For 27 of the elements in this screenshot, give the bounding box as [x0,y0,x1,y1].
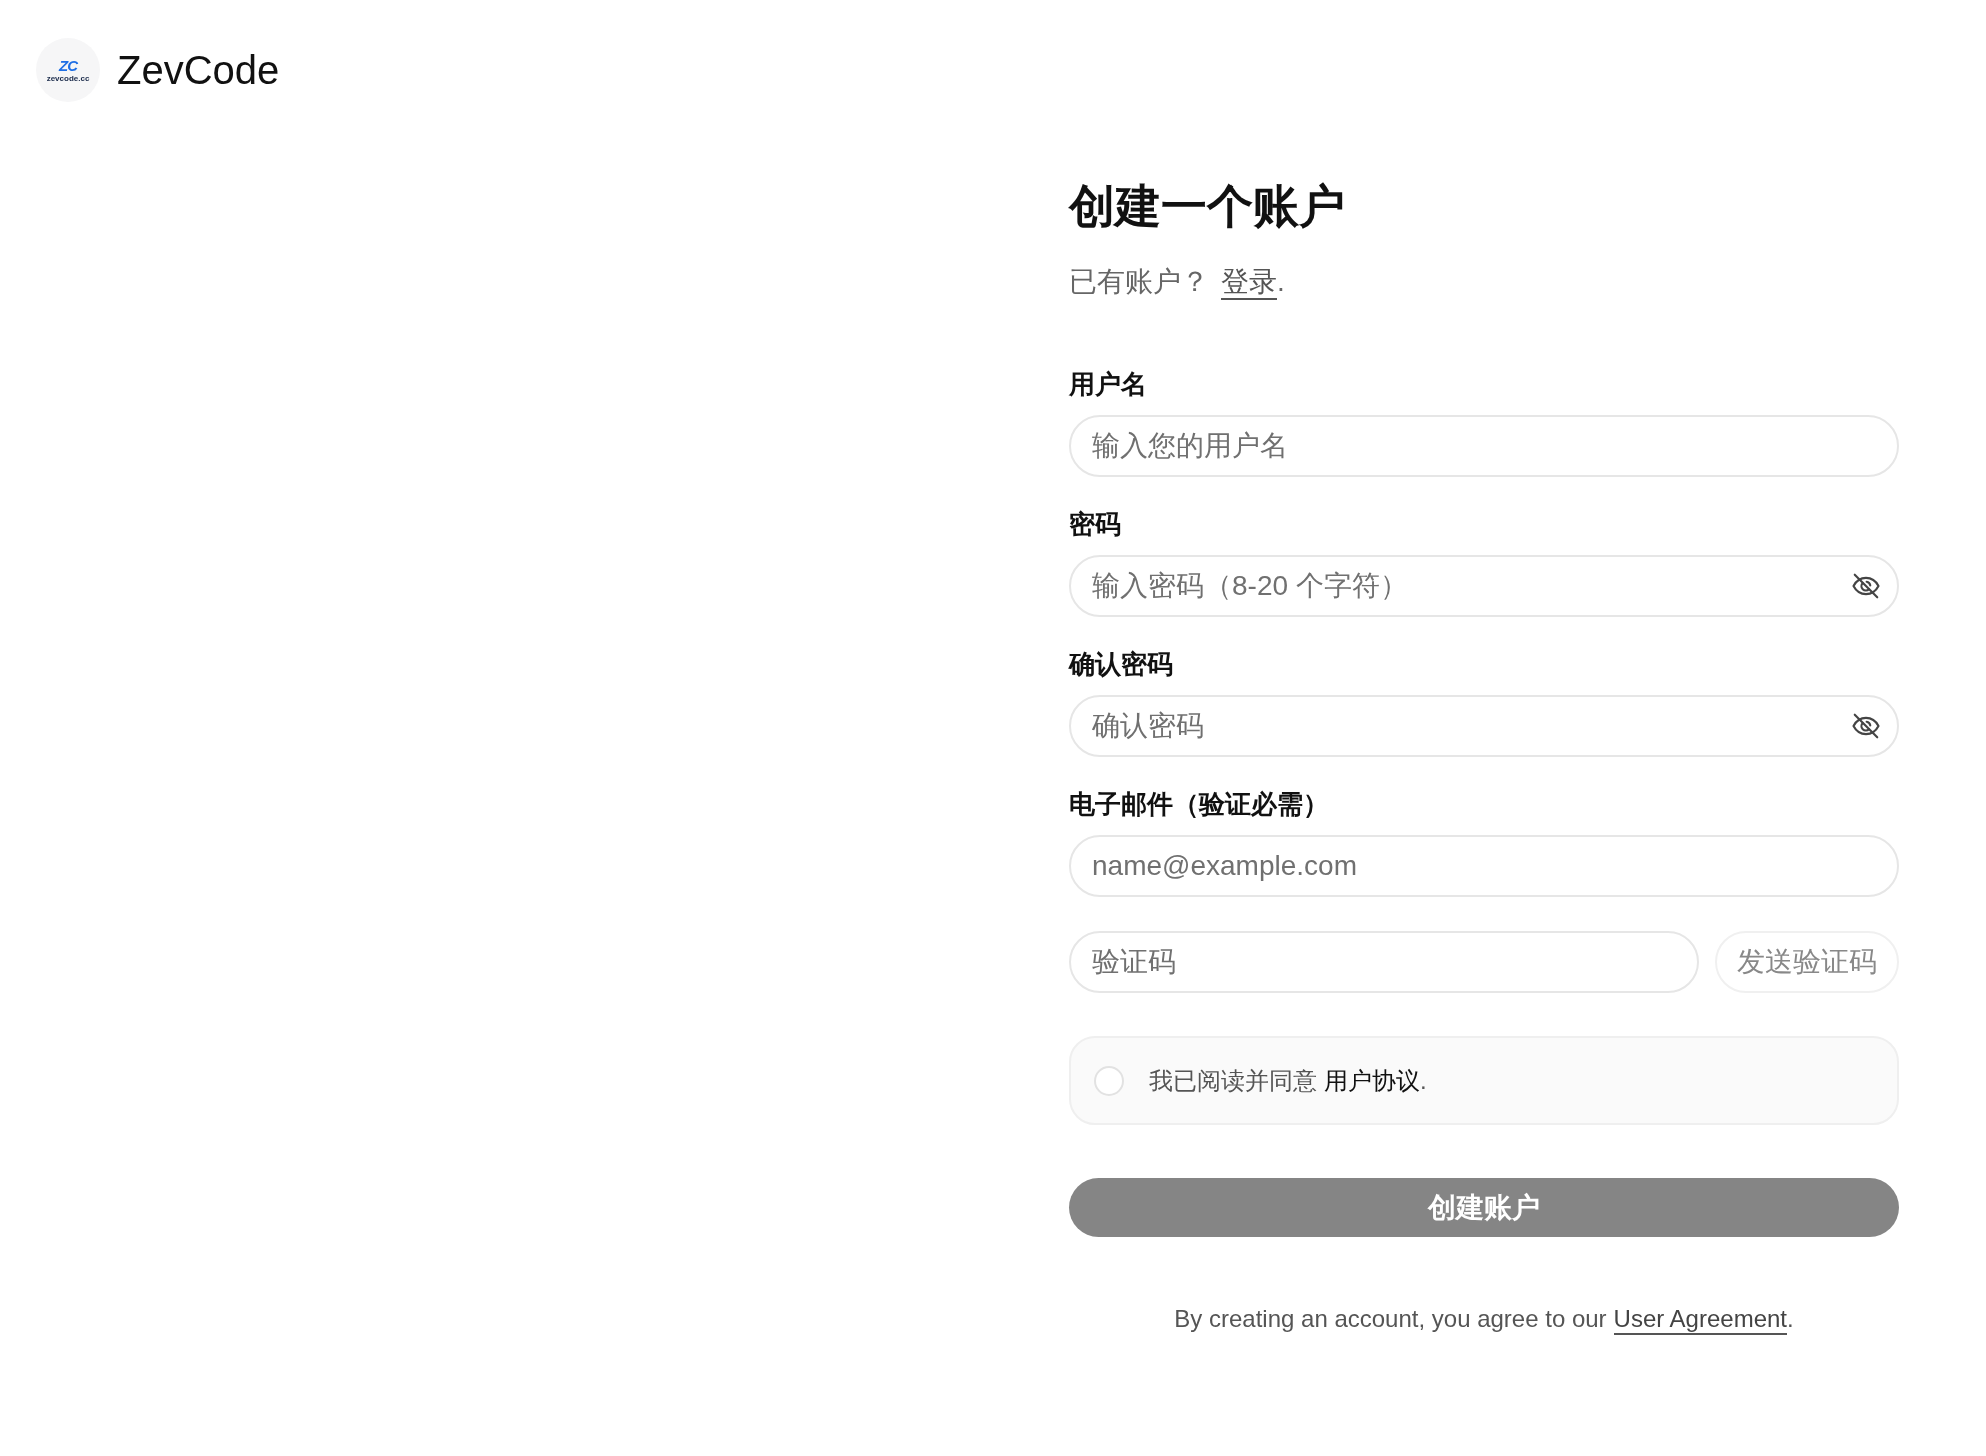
eye-slash-icon[interactable] [1851,711,1881,741]
agreement-link[interactable]: 用户协议 [1324,1065,1420,1096]
punctuation-text: . [1420,1065,1427,1096]
field-label: 用户名 [1069,368,1147,401]
verification-code-input[interactable]: 验证码 [1069,931,1699,993]
email-input[interactable]: name@example.com [1069,835,1899,897]
field-label: 确认密码 [1069,648,1173,681]
login-link[interactable]: 登录 [1221,266,1277,300]
footer-text: By creating an account, you agree to our [1174,1304,1607,1334]
punctuation-text: . [1787,1304,1794,1334]
punctuation-text: . [1277,265,1285,299]
field-label: 密码 [1069,508,1121,541]
agreement-checkbox[interactable] [1094,1065,1124,1096]
text-input[interactable]: 输入您的用户名 [1069,415,1899,477]
page-title: 创建一个账户 [1069,179,1345,234]
eye-slash-icon[interactable] [1851,571,1881,601]
password-field[interactable]: 输入密码（8-20 个字符） [1069,555,1899,617]
password-field[interactable]: 确认密码 [1069,695,1899,757]
user-agreement-link[interactable]: User Agreement [1613,1305,1787,1335]
field-label: 电子邮件（验证必需） [1069,788,1329,821]
logo-monogram: ZC [59,57,77,73]
logo-domain-text: zevcode.cc [46,73,90,83]
brand-name: ZevCode [117,47,280,93]
password-input[interactable]: 输入密码（8-20 个字符） [1092,566,1841,606]
agreement-text: 我已阅读并同意 [1149,1065,1317,1096]
password-input[interactable]: 确认密码 [1092,706,1841,746]
login-prompt-text: 已有账户？ [1069,265,1209,299]
